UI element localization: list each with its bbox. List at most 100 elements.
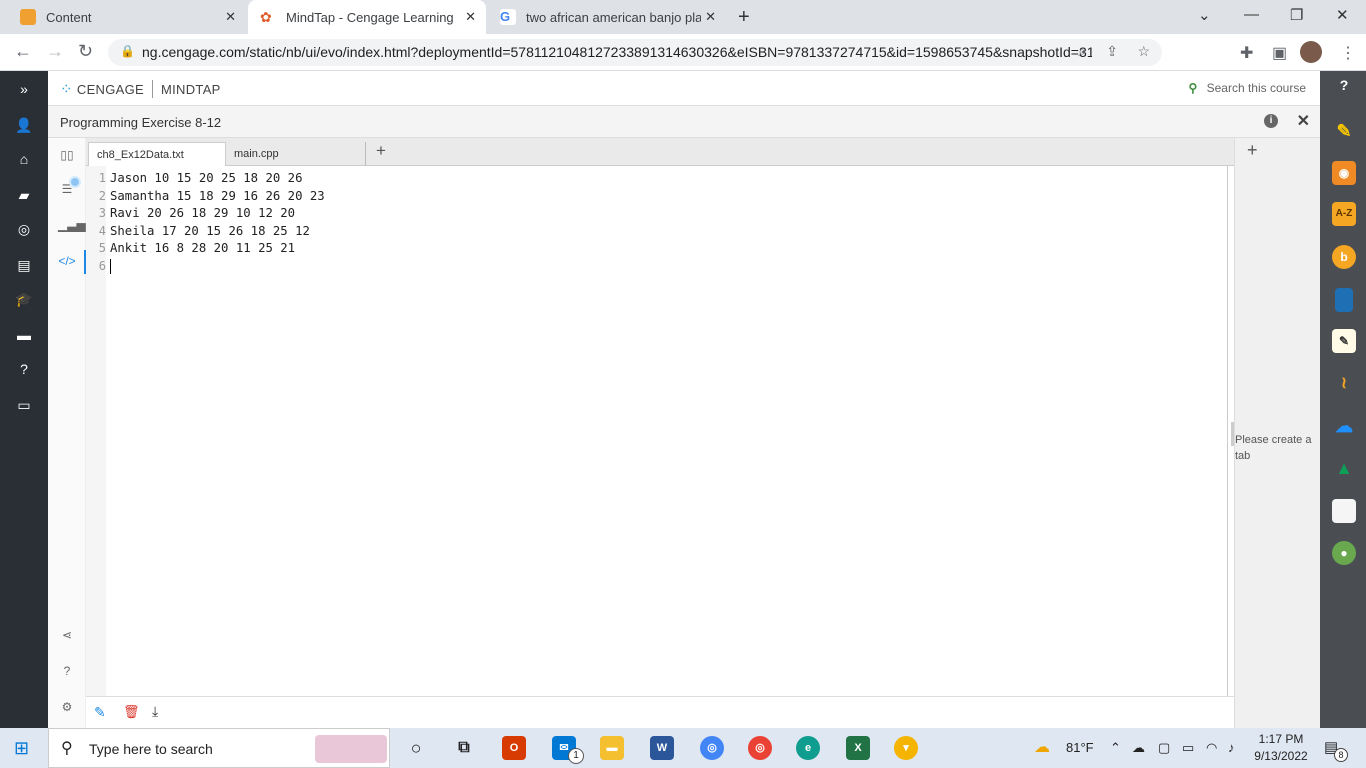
vpn-icon[interactable]: ▾ [894, 736, 918, 760]
close-tab-icon[interactable]: ✕ [705, 9, 716, 25]
browser-tab-content[interactable]: Content ✕ [8, 0, 246, 34]
google-favicon-icon: G [500, 9, 516, 25]
pencil-app-icon[interactable]: ✎ [1332, 119, 1356, 143]
code-line[interactable]: Ravi 20 26 18 29 10 12 20 [110, 206, 295, 220]
extensions-icon[interactable]: ✚ [1240, 43, 1253, 63]
wifi-icon[interactable]: ◠ [1206, 740, 1217, 756]
new-tab-icon[interactable]: + [738, 6, 750, 29]
add-tab-icon[interactable]: + [1247, 140, 1258, 161]
windows-start-icon[interactable]: ⊞ [14, 738, 29, 759]
profile-app-icon[interactable]: ● [1332, 541, 1356, 565]
close-window-icon[interactable]: ✕ [1336, 6, 1349, 24]
taskbar-search[interactable]: ⚲ Type here to search [48, 728, 390, 768]
profile-avatar[interactable] [1300, 41, 1322, 63]
help-icon[interactable]: ? [12, 361, 36, 381]
clock-date[interactable]: 9/13/2022 [1250, 749, 1312, 763]
user-icon[interactable]: 👤 [12, 117, 36, 137]
office-icon[interactable]: O [502, 736, 526, 760]
close-tab-icon[interactable]: ✕ [225, 9, 236, 25]
tab-title: two african american banjo playe [526, 9, 701, 25]
home-icon[interactable]: ⌂ [12, 151, 36, 171]
volume-icon[interactable]: ♪ [1228, 740, 1235, 755]
edit-pencil-icon[interactable]: ✎ [94, 704, 106, 721]
empty-panel-message: Please create a tab [1235, 434, 1312, 462]
browser-menu-icon[interactable]: ⋮ [1340, 43, 1356, 63]
chrome-profile-icon[interactable]: ◎ [748, 736, 772, 760]
tab-search-icon[interactable]: ⌄ [1198, 6, 1211, 24]
omnibox[interactable]: 🔒 ng.cengage.com/static/nb/ui/evo/index.… [108, 39, 1162, 66]
forward-icon[interactable]: → [46, 41, 64, 62]
resize-handle[interactable] [1231, 422, 1234, 446]
compass-icon[interactable]: ◎ [12, 221, 36, 241]
browser-tab-mindtap[interactable]: ✿ MindTap - Cengage Learning ✕ [248, 0, 486, 34]
add-file-icon[interactable]: + [376, 141, 386, 161]
readspeaker-app-icon[interactable]: ≀ [1332, 372, 1356, 396]
cortana-icon[interactable]: ○ [404, 736, 428, 760]
google-drive-app-icon[interactable]: ▲ [1332, 456, 1356, 480]
open-book-icon[interactable]: ▤ [12, 257, 36, 277]
word-icon[interactable]: W [650, 736, 674, 760]
side-panel-icon[interactable]: ▣ [1272, 43, 1287, 63]
info-icon[interactable]: i [1264, 114, 1278, 128]
share-icon[interactable]: ⋖ [58, 628, 76, 646]
bar-chart-icon[interactable]: ▁▃▅ [58, 218, 86, 236]
close-tab-icon[interactable]: ✕ [465, 9, 476, 25]
share-icon[interactable]: ⇪ [1106, 43, 1118, 60]
line-number: 4 [98, 224, 106, 238]
search-icon: ⚲ [61, 740, 73, 757]
restore-icon[interactable]: ❐ [1290, 6, 1303, 24]
back-icon[interactable]: ← [14, 41, 32, 62]
expand-nav-icon[interactable]: » [12, 81, 36, 101]
course-search[interactable]: ⚲ Search this course [1188, 81, 1306, 95]
meet-now-icon[interactable]: ▢ [1158, 740, 1170, 756]
search-icon: ⚲ [1188, 81, 1198, 95]
dictionary-app-icon[interactable]: A-Z [1332, 202, 1356, 226]
tab-data-file[interactable]: ch8_Ex12Data.txt [88, 142, 226, 166]
code-line[interactable]: Jason 10 15 20 25 18 20 26 [110, 171, 303, 185]
delete-trash-icon[interactable]: 🗑 [123, 704, 140, 720]
briefcase-icon[interactable]: ▬ [12, 327, 36, 347]
reload-icon[interactable]: ↻ [78, 41, 93, 62]
content-favicon-icon [20, 9, 36, 25]
weather-icon[interactable]: ☁ [1034, 737, 1050, 757]
zoom-icon[interactable]: ⌕ [1078, 43, 1086, 60]
close-activity-icon[interactable]: ✕ [1297, 111, 1310, 131]
bookmark-star-icon[interactable]: ☆ [1137, 43, 1150, 60]
notes-app-icon[interactable]: ✎ [1332, 329, 1356, 353]
rss-app-icon[interactable]: ◉ [1332, 161, 1356, 185]
onedrive-app-icon[interactable]: ☁ [1332, 414, 1356, 438]
brand-cengage: CENGAGE [76, 81, 144, 97]
code-line[interactable]: Samantha 15 18 29 16 26 20 23 [110, 189, 325, 203]
minimize-icon[interactable]: — [1244, 6, 1259, 23]
code-icon[interactable]: </> [58, 254, 76, 272]
task-view-icon[interactable]: ⧉ [452, 736, 476, 760]
chrome-icon[interactable]: ◎ [700, 736, 724, 760]
graduation-cap-icon[interactable]: 🎓 [12, 291, 36, 311]
settings-gear-icon[interactable]: ⚙ [58, 700, 76, 718]
book-outline-icon[interactable]: ▯▯ [58, 148, 76, 166]
feedback-icon[interactable]: ▭ [12, 397, 36, 417]
onedrive-tray-icon[interactable]: ☁ [1132, 740, 1145, 756]
code-line[interactable]: Sheila 17 20 15 26 18 25 12 [110, 224, 310, 238]
bookshelf-app-icon[interactable]: b [1332, 245, 1356, 269]
show-hidden-icons[interactable]: ⌃ [1110, 740, 1121, 756]
ebook-app-icon[interactable] [1335, 288, 1353, 312]
download-icon[interactable]: ⤓ [152, 703, 158, 720]
code-editor[interactable]: 1 2 3 4 5 6 Jason 10 15 20 25 18 20 26 S… [86, 166, 1228, 696]
editor-side-toolbar: ▯▯ ☰ ▁▃▅ </> ⋖ ? ⚙ [48, 138, 86, 728]
clock-time[interactable]: 1:17 PM [1252, 732, 1310, 746]
file-explorer-icon[interactable]: ▬ [600, 736, 624, 760]
url-text[interactable]: ng.cengage.com/static/nb/ui/evo/index.ht… [142, 44, 1092, 60]
browser-tab-google[interactable]: G two african american banjo playe ✕ [488, 0, 726, 34]
help-circle-icon[interactable]: ? [1332, 68, 1356, 102]
battery-icon[interactable]: ▭ [1182, 740, 1194, 756]
excel-icon[interactable]: X [846, 736, 870, 760]
line-number: 2 [98, 189, 106, 203]
document-app-icon[interactable] [1332, 499, 1356, 523]
tab-main-cpp[interactable]: main.cpp [226, 142, 366, 166]
book-icon[interactable]: ▰ [12, 187, 36, 207]
code-line[interactable]: Ankit 16 8 28 20 11 25 21 [110, 241, 295, 255]
edge-icon[interactable]: e [796, 736, 820, 760]
help-outline-icon[interactable]: ? [58, 664, 76, 682]
temperature[interactable]: 81°F [1066, 740, 1094, 755]
